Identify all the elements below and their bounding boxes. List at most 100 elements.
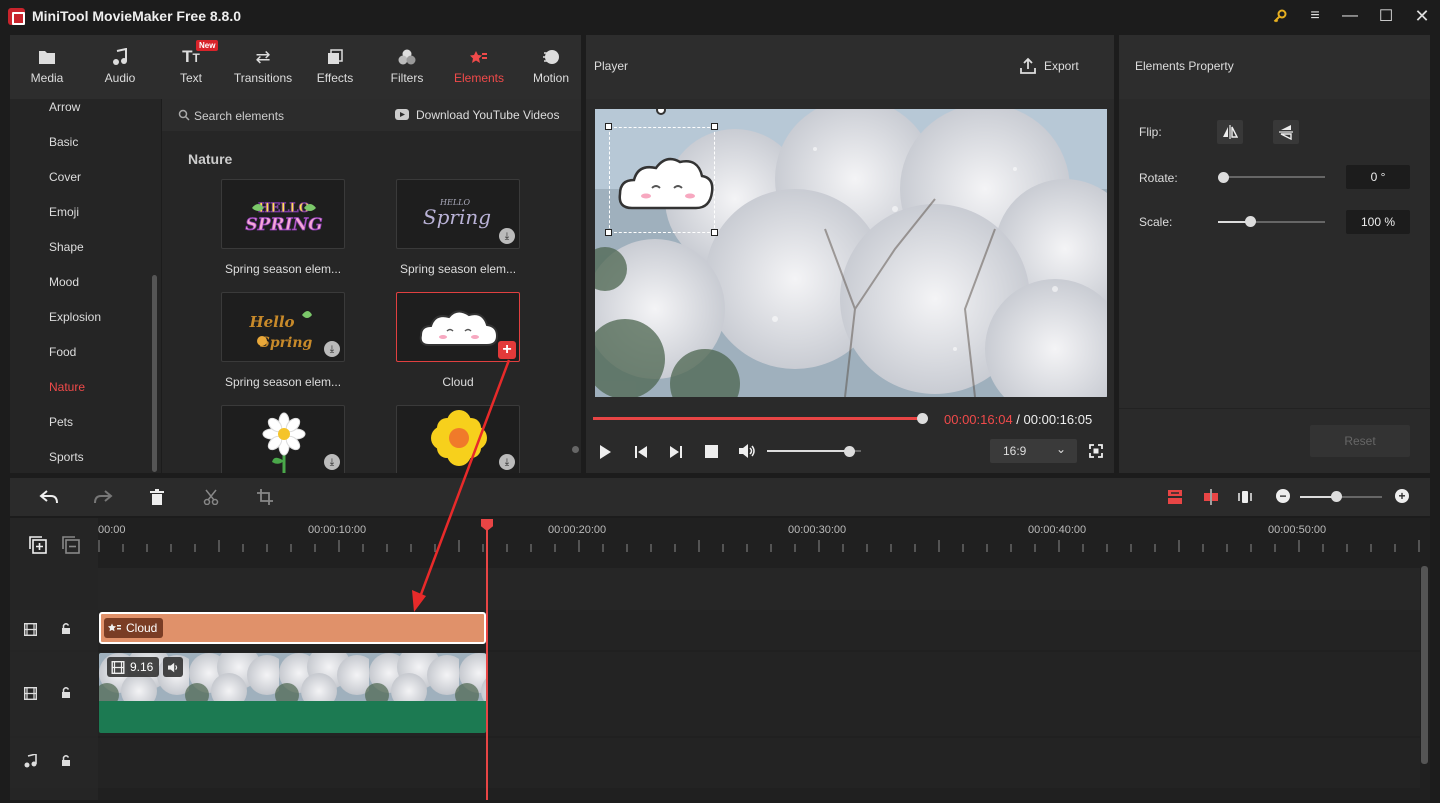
rotate-value[interactable]: 0 ° bbox=[1346, 165, 1410, 189]
element-icon bbox=[108, 623, 121, 632]
sidebar-item-cover[interactable]: Cover bbox=[49, 170, 81, 184]
resize-handle[interactable] bbox=[605, 123, 612, 130]
time-ruler[interactable]: 00:00 00:00:10:00 00:00:20:00 00:00:30:0… bbox=[98, 518, 1430, 568]
export-icon bbox=[1019, 57, 1037, 78]
element-thumbnail[interactable]: ⤓ bbox=[221, 405, 345, 473]
sidebar-item-sports[interactable]: Sports bbox=[49, 450, 84, 464]
minimize-icon[interactable]: — bbox=[1338, 6, 1362, 26]
sidebar-item-pets[interactable]: Pets bbox=[49, 415, 73, 429]
filters-icon bbox=[398, 47, 416, 67]
reset-button[interactable]: Reset bbox=[1310, 425, 1410, 457]
stop-icon[interactable] bbox=[705, 445, 718, 458]
element-thumbnail[interactable]: Hello Spring ⤓ bbox=[221, 292, 345, 362]
rotate-slider-knob[interactable] bbox=[1218, 172, 1229, 183]
sidebar-item-basic[interactable]: Basic bbox=[49, 135, 78, 149]
tab-transitions[interactable]: ⇄ Transitions bbox=[228, 35, 298, 99]
download-icon[interactable]: ⤓ bbox=[324, 341, 340, 357]
element-thumbnail[interactable]: HELLO Spring ⤓ bbox=[396, 179, 520, 249]
playback-progress-knob[interactable] bbox=[917, 413, 928, 424]
tab-audio[interactable]: Audio bbox=[85, 35, 155, 99]
playhead[interactable] bbox=[486, 524, 488, 800]
sidebar-item-explosion[interactable]: Explosion bbox=[49, 310, 101, 324]
playback-progress-track[interactable] bbox=[593, 417, 923, 420]
play-icon[interactable] bbox=[598, 444, 612, 463]
video-preview[interactable] bbox=[595, 109, 1107, 397]
delete-icon[interactable] bbox=[149, 489, 165, 508]
search-input[interactable]: Search elements bbox=[194, 109, 284, 123]
previous-frame-icon[interactable] bbox=[634, 444, 648, 463]
scale-value[interactable]: 100 % bbox=[1346, 210, 1410, 234]
key-icon[interactable] bbox=[1268, 6, 1292, 26]
redo-icon[interactable] bbox=[93, 489, 113, 508]
add-track-icon[interactable] bbox=[29, 536, 47, 557]
maximize-icon[interactable]: ☐ bbox=[1374, 6, 1398, 26]
cloud-element-clip[interactable]: Cloud bbox=[99, 612, 486, 644]
export-button[interactable]: Export bbox=[1044, 59, 1079, 73]
scale-slider[interactable] bbox=[1218, 221, 1325, 223]
tab-filters[interactable]: Filters bbox=[372, 35, 442, 99]
resize-handle[interactable] bbox=[605, 229, 612, 236]
fullscreen-icon[interactable] bbox=[1089, 444, 1103, 461]
element-thumbnail[interactable]: ⤓ bbox=[396, 405, 520, 473]
menu-icon[interactable]: ≡ bbox=[1303, 6, 1327, 26]
flip-horizontal-icon[interactable] bbox=[1217, 120, 1243, 144]
rotate-label: Rotate: bbox=[1139, 171, 1178, 185]
element-label: Spring season elem... bbox=[224, 262, 342, 276]
tab-motion[interactable]: Motion bbox=[516, 35, 586, 99]
download-icon[interactable]: ⤓ bbox=[324, 454, 340, 470]
crop-icon[interactable] bbox=[257, 489, 273, 508]
flip-vertical-icon[interactable] bbox=[1273, 120, 1299, 144]
motion-icon bbox=[542, 47, 560, 67]
sidebar-item-shape[interactable]: Shape bbox=[49, 240, 84, 254]
undo-icon[interactable] bbox=[39, 489, 59, 508]
timeline-scrollbar[interactable] bbox=[1421, 566, 1428, 764]
remove-track-icon[interactable] bbox=[62, 536, 80, 557]
aspect-ratio-select[interactable]: 16:9 ⌄ bbox=[990, 439, 1077, 463]
add-element-button[interactable]: + bbox=[498, 341, 516, 359]
sidebar-scrollbar[interactable] bbox=[152, 275, 157, 472]
rotate-slider[interactable] bbox=[1223, 176, 1325, 178]
panel-resize-handle[interactable] bbox=[572, 446, 579, 453]
fit-to-timeline-icon[interactable] bbox=[1167, 489, 1183, 508]
element-thumbnail[interactable]: HELLO SPRING bbox=[221, 179, 345, 249]
zoom-out-icon[interactable]: − bbox=[1276, 489, 1290, 503]
next-frame-icon[interactable] bbox=[669, 444, 683, 463]
close-icon[interactable]: ✕ bbox=[1410, 6, 1434, 26]
video-clip[interactable]: 9.16 bbox=[99, 653, 486, 733]
lock-icon[interactable] bbox=[61, 686, 71, 702]
svg-text:Spring: Spring bbox=[260, 335, 313, 351]
zoom-in-icon[interactable]: + bbox=[1395, 489, 1409, 503]
volume-icon[interactable] bbox=[738, 443, 756, 462]
zoom-slider-knob[interactable] bbox=[1330, 491, 1342, 502]
player-header: Player Export bbox=[586, 35, 1114, 99]
element-selection-box[interactable] bbox=[609, 127, 715, 233]
scale-slider-knob[interactable] bbox=[1245, 216, 1257, 227]
resize-handle[interactable] bbox=[711, 123, 718, 130]
ruler-label: 00:00:10:00 bbox=[308, 524, 367, 536]
sidebar-item-arrow[interactable]: Arrow bbox=[49, 100, 80, 114]
sidebar-item-food[interactable]: Food bbox=[49, 345, 76, 359]
sidebar-item-mood[interactable]: Mood bbox=[49, 275, 79, 289]
app-window: MiniTool MovieMaker Free 8.8.0 ≡ — ☐ ✕ M… bbox=[0, 0, 1440, 803]
resize-handle[interactable] bbox=[711, 229, 718, 236]
split-scissors-icon[interactable] bbox=[203, 489, 219, 508]
current-time: 00:00:16:04 bbox=[944, 412, 1013, 427]
clip-volume-icon[interactable] bbox=[163, 657, 183, 677]
search-icon[interactable] bbox=[178, 109, 190, 124]
tab-text[interactable]: TT Text New bbox=[156, 35, 226, 99]
split-clip-icon[interactable] bbox=[1203, 489, 1219, 508]
lock-icon[interactable] bbox=[61, 754, 71, 770]
tab-media[interactable]: Media bbox=[12, 35, 82, 99]
snap-icon[interactable] bbox=[1237, 489, 1253, 508]
download-icon[interactable]: ⤓ bbox=[499, 454, 515, 470]
volume-knob[interactable] bbox=[843, 446, 855, 457]
timeline-toolbar: − + bbox=[10, 478, 1430, 516]
tab-elements[interactable]: Elements bbox=[444, 35, 514, 99]
download-youtube-link[interactable]: Download YouTube Videos bbox=[416, 108, 559, 122]
download-icon[interactable]: ⤓ bbox=[499, 228, 515, 244]
tab-effects[interactable]: Effects bbox=[300, 35, 370, 99]
sidebar-item-nature[interactable]: Nature bbox=[49, 380, 85, 394]
sidebar-item-emoji[interactable]: Emoji bbox=[49, 205, 79, 219]
svg-text:Spring: Spring bbox=[423, 205, 491, 229]
lock-icon[interactable] bbox=[61, 622, 71, 638]
